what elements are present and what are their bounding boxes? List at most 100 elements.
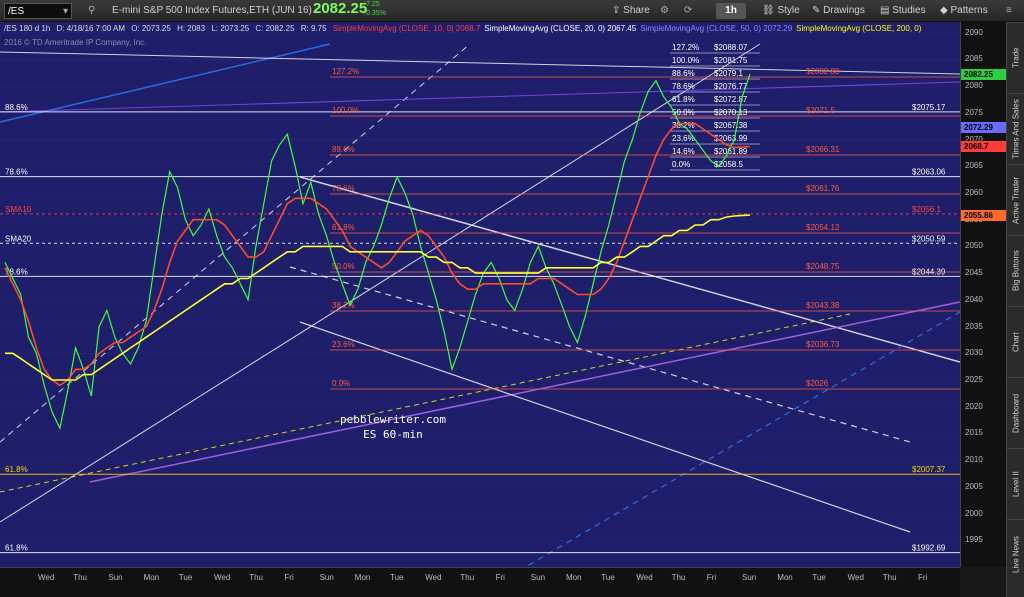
fib-value-prior: $2026 <box>806 379 829 388</box>
time-tick-label: Mon <box>354 573 371 582</box>
price-tick-label: 2035 <box>965 321 983 331</box>
sidebar-tab-dashboard[interactable]: Dashboard <box>1007 377 1024 448</box>
style-icon: ⛓ <box>762 5 778 16</box>
drawings-label: Drawings <box>823 5 865 16</box>
fib-value-prior: $2066.31 <box>806 145 840 154</box>
level-label: SMA10 <box>5 205 32 214</box>
patterns-label: Patterns <box>950 5 988 16</box>
last-price: 2082.25 <box>313 0 368 17</box>
drawings-button[interactable]: ✎ Drawings <box>812 3 865 19</box>
menu-icon[interactable]: ≡ <box>1006 3 1012 19</box>
level-label: 61.8% <box>5 544 28 553</box>
price-tick-label: 2065 <box>965 161 983 171</box>
fib-value-prior: $2036.73 <box>806 340 840 349</box>
time-axis[interactable]: Wed Thu Sun Mon Tue Wed Thu Fri Sun Mon Tue Wed Thu F… <box>0 567 960 597</box>
time-tick-label: Thu <box>882 573 897 582</box>
time-tick-label: Sun <box>108 573 123 582</box>
price-tick-label: 2090 <box>965 27 983 37</box>
sidebar-tab-level-ii[interactable]: Level II <box>1007 448 1024 519</box>
fib-percent-prior: 127.2% <box>332 67 359 76</box>
price-flag: 2068.7 <box>961 141 1006 153</box>
symbol-value: /ES <box>8 6 25 17</box>
sidebar-tab-live-news[interactable]: Live News <box>1007 519 1024 590</box>
patterns-button[interactable]: ◆ Patterns <box>940 3 988 19</box>
fib-percent: 23.6% <box>672 134 695 143</box>
time-tick-label: Fri <box>706 573 717 582</box>
ohlc-readout: /ES 180 d 1h D: 4/18/16 7:00 AM O: 2073.… <box>4 24 929 33</box>
watermark-caption: ES 60-min <box>363 428 423 441</box>
level-value: $2050.59 <box>912 234 946 243</box>
level-label: 78.6% <box>5 168 28 177</box>
instrument-title: E-mini S&P 500 Index Futures,ETH (JUN 16… <box>112 5 312 16</box>
time-tick-label: Wed <box>636 573 653 582</box>
time-tick-label: Wed <box>214 573 231 582</box>
sidebar-tab-trade[interactable]: Trade <box>1007 22 1024 93</box>
price-tick-label: 2015 <box>965 428 983 438</box>
sidebar-tab-chart[interactable]: Chart <box>1007 306 1024 377</box>
trend-line <box>299 176 960 363</box>
sidebar-tab-times-and-sales[interactable]: Times And Sales <box>1007 93 1024 164</box>
sidebar-tab-big-buttons[interactable]: Big Buttons <box>1007 235 1024 306</box>
percent-change: +0.35% <box>362 10 386 17</box>
gear-icon[interactable]: ⚙ <box>660 3 669 19</box>
ohlc-close: C: 2082.25 <box>255 24 295 33</box>
level-value: $2075.17 <box>912 103 946 112</box>
price-tick-label: 2025 <box>965 374 983 384</box>
fib-value: $2063.99 <box>714 134 748 143</box>
time-tick-label: Wed <box>425 573 442 582</box>
sidebar-tab-active-trader[interactable]: Active Trader <box>1007 164 1024 235</box>
link-icon[interactable]: ⚲ <box>88 3 95 19</box>
fib-value-prior: $2082.88 <box>806 67 840 76</box>
ohlc-low: L: 2073.25 <box>211 24 250 33</box>
price-flag: 2072.29 <box>961 122 1006 134</box>
price-tick-label: 2040 <box>965 294 983 304</box>
studies-button[interactable]: ▤ Studies <box>880 3 926 19</box>
fib-percent: 100.0% <box>672 56 699 65</box>
fib-percent: 61.8% <box>672 95 695 104</box>
price-tick-label: 2080 <box>965 81 983 91</box>
time-tick-label: Tue <box>812 573 826 582</box>
time-tick-label: Sun <box>319 573 334 582</box>
price-axis[interactable]: 1995 2000 2005 2010 2015 2020 2025 2030 2035 2040… <box>960 22 1006 567</box>
symbol-input[interactable]: /ES ▾ <box>4 3 72 19</box>
time-tick-label: Tue <box>178 573 193 582</box>
time-tick-label: Fri <box>495 573 505 582</box>
study-label[interactable]: SimpleMovingAvg (CLOSE, 10, 0) 2068.7 <box>333 24 480 33</box>
fib-percent-prior: 61.8% <box>332 223 355 232</box>
time-tick-label: Thu <box>460 573 475 582</box>
studies-icon: ▤ <box>880 5 893 16</box>
fib-value-prior: $2048.75 <box>806 262 840 271</box>
watermark: pebblewriter.com ES 60-min <box>340 412 446 442</box>
price-chart[interactable]: 88.6% $2075.17 78.6% $2063.06 SMA10 $2056.1 SM… <box>0 22 960 567</box>
chart-toolbar: /ES ▾ ⚲ E-mini S&P 500 Index Futures,ETH … <box>0 0 1024 22</box>
fib-value-prior: $2054.12 <box>806 223 840 232</box>
style-button[interactable]: ⛓ Style <box>762 3 800 19</box>
ohlc-range: R: 9.75 <box>300 24 327 33</box>
fib-percent-prior: 88.6% <box>332 145 355 154</box>
fib-percent-prior: 0.0% <box>332 379 350 388</box>
chevron-down-icon[interactable]: ▾ <box>63 4 68 20</box>
chart-canvas[interactable]: 88.6% $2075.17 78.6% $2063.06 SMA10 $2056.1 SM… <box>0 22 960 567</box>
fib-value: $2076.77 <box>714 82 748 91</box>
share-icon: ⇪ <box>612 5 624 16</box>
time-tick-label: Mon <box>777 573 793 582</box>
study-label[interactable]: SimpleMovingAvg (CLOSE, 20, 0) 2067.45 <box>484 24 636 33</box>
time-tick-label: Wed <box>38 573 55 582</box>
timeframe-button[interactable]: 1h <box>716 3 746 19</box>
fib-value: $2081.75 <box>714 56 748 65</box>
price-tick-label: 2020 <box>965 401 983 411</box>
fib-percent-prior: 23.6% <box>332 340 355 349</box>
trend-line <box>89 301 960 483</box>
price-tick-label: 2060 <box>965 187 983 197</box>
fib-value-prior: $2061.76 <box>806 184 840 193</box>
fib-percent: 127.2% <box>672 43 699 52</box>
fib-value: $2088.07 <box>714 43 748 52</box>
sync-icon[interactable]: ⟳ <box>684 3 692 19</box>
study-label[interactable]: SimpleMovingAvg (CLOSE, 200, 0) <box>796 24 921 33</box>
price-tick-label: 2000 <box>965 508 983 518</box>
level-label: SMA20 <box>5 234 32 243</box>
study-label[interactable]: SimpleMovingAvg (CLOSE, 50, 0) 2072.29 <box>640 24 792 33</box>
share-button[interactable]: ⇪ Share <box>612 3 650 19</box>
time-tick-label: Thu <box>73 573 87 582</box>
share-label: Share <box>623 5 650 16</box>
